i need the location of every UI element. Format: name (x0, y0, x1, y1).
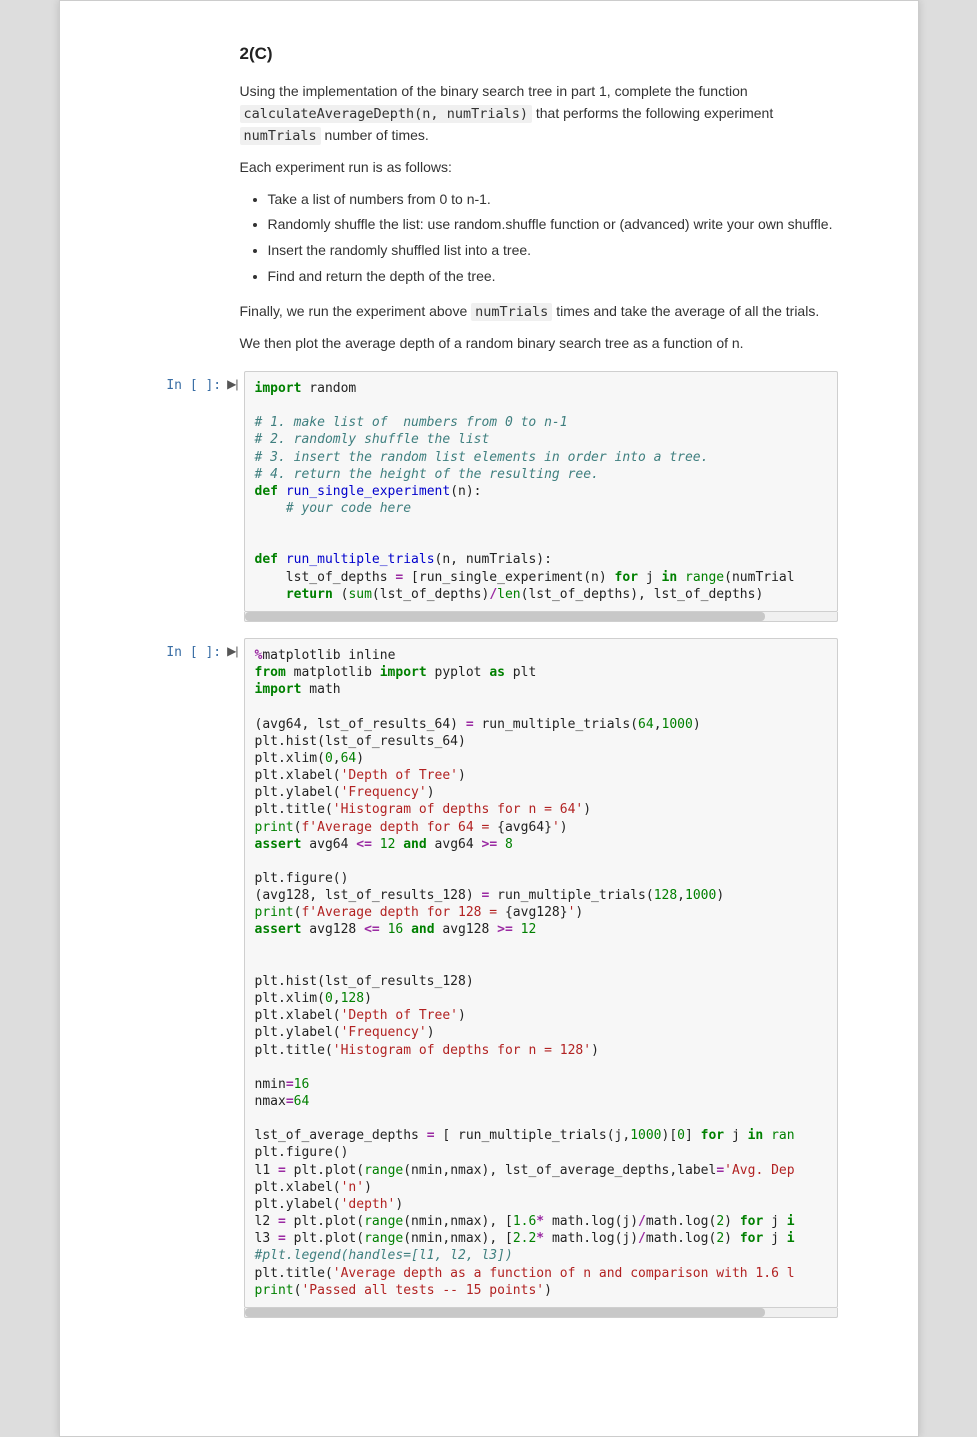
run-cell-icon[interactable]: ▶| (227, 644, 237, 658)
list-item: Randomly shuffle the list: use random.sh… (268, 214, 838, 236)
code-editor[interactable]: import random # 1. make list of numbers … (244, 371, 838, 612)
horizontal-scrollbar[interactable] (244, 1308, 838, 1318)
list-item: Find and return the depth of the tree. (268, 266, 838, 288)
code-cell: In [ ]:▶| %matplotlib inline from matplo… (140, 638, 838, 1318)
steps-list: Take a list of numbers from 0 to n-1. Ra… (268, 189, 838, 288)
inline-code: calculateAverageDepth(n, numTrials) (240, 105, 532, 123)
scroll-thumb[interactable] (245, 612, 766, 621)
list-item: Take a list of numbers from 0 to n-1. (268, 189, 838, 211)
intro-paragraph-4: We then plot the average depth of a rand… (240, 333, 838, 355)
notebook-page: 2(C) Using the implementation of the bin… (59, 0, 919, 1437)
list-item: Insert the randomly shuffled list into a… (268, 240, 838, 262)
markdown-cell: 2(C) Using the implementation of the bin… (240, 41, 838, 355)
code-cell: In [ ]:▶| import random # 1. make list o… (140, 371, 838, 622)
code-editor[interactable]: %matplotlib inline from matplotlib impor… (244, 638, 838, 1308)
content: 2(C) Using the implementation of the bin… (60, 1, 918, 1338)
input-prompt: In [ ]:▶| (140, 371, 244, 622)
input-prompt: In [ ]:▶| (140, 638, 244, 1318)
scroll-thumb[interactable] (245, 1308, 766, 1317)
run-cell-icon[interactable]: ▶| (227, 377, 237, 391)
horizontal-scrollbar[interactable] (244, 612, 838, 622)
inline-code: numTrials (240, 127, 321, 145)
section-heading: 2(C) (240, 41, 838, 67)
inline-code: numTrials (471, 303, 552, 321)
intro-paragraph-1: Using the implementation of the binary s… (240, 81, 838, 147)
intro-paragraph-2: Each experiment run is as follows: (240, 157, 838, 179)
intro-paragraph-3: Finally, we run the experiment above num… (240, 301, 838, 323)
